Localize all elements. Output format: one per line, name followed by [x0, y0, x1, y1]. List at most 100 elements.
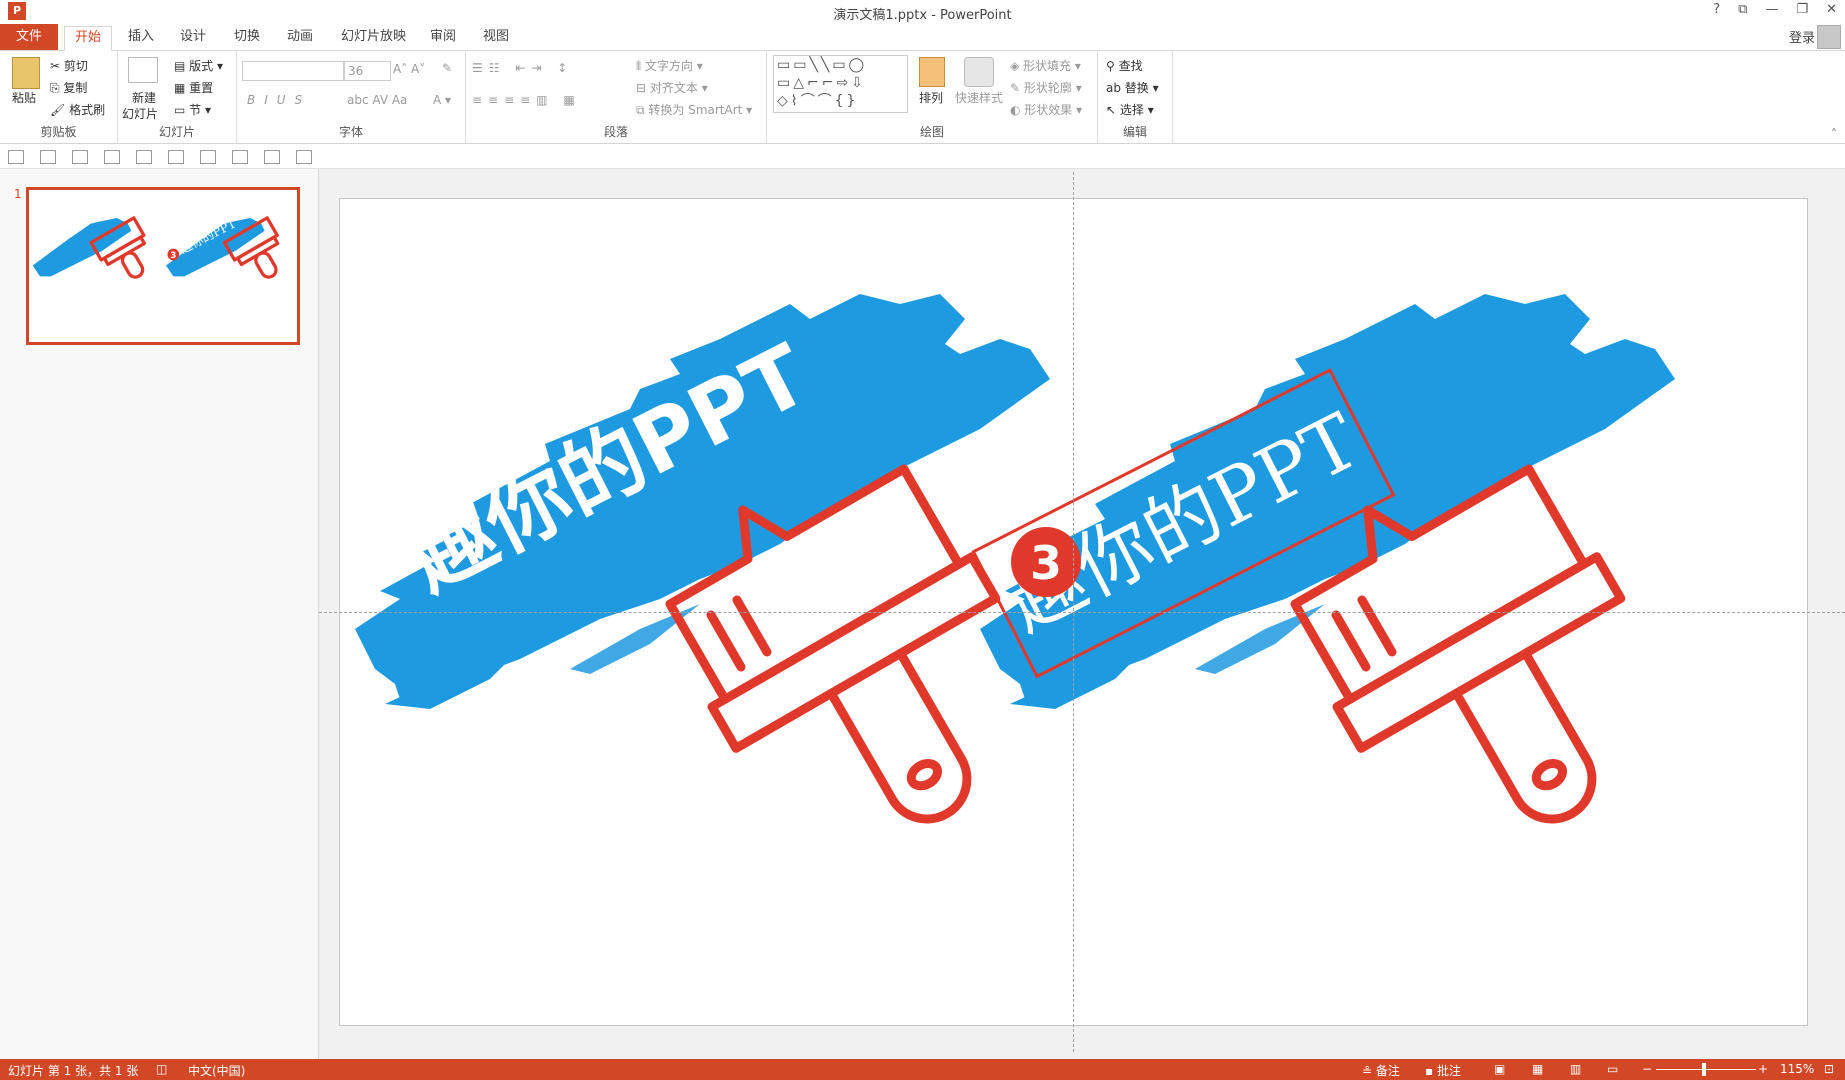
fit-slide-icon[interactable]: ⊡ — [1824, 1062, 1834, 1076]
paste-icon[interactable] — [12, 57, 40, 89]
section-button[interactable]: ▭ 节 ▾ — [174, 101, 211, 118]
font-grow-icon[interactable]: A˄ A˅ — [393, 62, 425, 76]
collapse-ribbon-icon[interactable]: ˄ — [1831, 127, 1837, 141]
minimize-button[interactable]: — — [1765, 2, 1778, 17]
paint-bucket-icon: ◈ — [1010, 59, 1024, 73]
quick-styles-button[interactable]: 快速样式 — [955, 89, 1003, 106]
clear-format-icon[interactable]: ✎ — [442, 61, 452, 75]
new-slide-label[interactable]: 幻灯片 — [122, 105, 158, 122]
slide-number: 1 — [14, 187, 22, 201]
find-button[interactable]: ⚲ 查找 — [1106, 57, 1143, 74]
reading-view-icon[interactable]: ▥ — [1570, 1062, 1581, 1076]
drawing-group-label: 绘图 — [919, 125, 944, 139]
reset-icon: ▦ — [174, 81, 190, 95]
quick-access-toolbar — [0, 144, 1845, 169]
tab-slideshow[interactable]: 幻灯片放映 — [331, 26, 416, 50]
effects-icon: ◐ — [1010, 103, 1025, 117]
tab-file[interactable]: 文件 — [0, 24, 58, 50]
slide-info: 幻灯片 第 1 张，共 1 张 — [8, 1064, 139, 1078]
thumbnail-right-number: 3 — [170, 251, 176, 261]
pen-icon[interactable] — [40, 150, 56, 164]
slides-group: 新建 幻灯片 ▤ 版式 ▾ ▦ 重置 ▭ 节 ▾ 幻灯片 — [118, 51, 237, 143]
zoom-slider-handle[interactable] — [1702, 1063, 1706, 1076]
window-title: 演示文稿1.pptx - PowerPoint — [833, 8, 1012, 23]
group-icon[interactable] — [168, 150, 184, 164]
slideshow-icon[interactable]: ▭ — [1607, 1062, 1618, 1076]
shape-effects-button[interactable]: ◐ 形状效果 ▾ — [1010, 101, 1082, 118]
format-painter-button[interactable]: 🖌 格式刷 — [50, 101, 105, 118]
tab-review[interactable]: 审阅 — [420, 26, 466, 50]
paste-special-icon[interactable] — [296, 150, 312, 164]
char-spacing-icon[interactable]: abc AV Aa — [347, 93, 407, 107]
font-color-icon[interactable]: A ▾ — [433, 93, 451, 107]
ungroup-icon[interactable] — [200, 150, 216, 164]
cut-button[interactable]: ✂ 剪切 — [50, 57, 88, 74]
comments-button[interactable]: ▪ 批注 — [1425, 1062, 1461, 1079]
slide-thumbnail[interactable]: 趣你的PPT 3 趣你的PPT — [26, 187, 300, 345]
clipboard-group-label: 剪贴板 — [40, 125, 77, 139]
new-slide-button[interactable]: 新建 — [132, 89, 156, 106]
copy-button[interactable]: ⎘ 复制 — [50, 79, 87, 96]
arrange-button[interactable]: 排列 — [919, 89, 943, 106]
select-button[interactable]: ↖ 选择 ▾ — [1106, 101, 1154, 118]
avatar[interactable] — [1817, 25, 1841, 49]
layout-button[interactable]: ▤ 版式 ▾ — [174, 57, 223, 74]
language-status[interactable]: 中文(中国) — [188, 1062, 245, 1079]
zoom-in-button[interactable]: + — [1758, 1062, 1768, 1076]
zoom-slider[interactable] — [1656, 1069, 1756, 1070]
number-badge-text: 3 — [1030, 536, 1062, 590]
ribbon-display-button[interactable]: ⧉ — [1738, 2, 1747, 17]
ribbon: 粘贴 ✂ 剪切 ⎘ 复制 🖌 格式刷 剪贴板 新建 幻灯片 ▤ 版式 ▾ ▦ 重… — [0, 51, 1845, 144]
brush-icon: 🖌 — [50, 103, 70, 117]
horizontal-guide[interactable] — [319, 612, 1845, 613]
textbox-icon[interactable] — [104, 150, 120, 164]
tab-design[interactable]: 设计 — [170, 26, 216, 50]
login-link[interactable]: 登录 — [1789, 27, 1815, 46]
zoom-level[interactable]: 115% — [1780, 1062, 1814, 1076]
replace-icon: ab — [1106, 81, 1125, 95]
pen-icon[interactable] — [8, 150, 24, 164]
slides-group-label: 幻灯片 — [158, 125, 195, 139]
zoom-out-button[interactable]: − — [1642, 1062, 1652, 1076]
tab-transitions[interactable]: 切换 — [224, 26, 270, 50]
delete-icon[interactable] — [136, 150, 152, 164]
shape-outline-button[interactable]: ✎ 形状轮廓 ▾ — [1010, 79, 1082, 96]
normal-view-icon[interactable]: ▣ — [1494, 1062, 1505, 1076]
font-size-input[interactable]: 36 — [344, 61, 391, 81]
align-text-icon: ⊟ — [636, 81, 650, 95]
shape-fill-button[interactable]: ◈ 形状填充 ▾ — [1010, 57, 1081, 74]
tab-view[interactable]: 视图 — [473, 26, 519, 50]
align-icon[interactable] — [232, 150, 248, 164]
comment-icon: ▪ — [1425, 1064, 1437, 1078]
right-brush-stroke[interactable] — [980, 294, 1675, 709]
tab-insert[interactable]: 插入 — [118, 26, 164, 50]
quick-styles-icon[interactable] — [964, 57, 994, 87]
notes-icon: ≗ — [1362, 1064, 1376, 1078]
slide-sorter-icon[interactable]: ▦ — [1532, 1062, 1543, 1076]
arrange-icon[interactable] — [919, 57, 945, 87]
text-direction-button[interactable]: ⫴ 文字方向 ▾ — [636, 57, 703, 74]
convert-smartart-button[interactable]: ⧉ 转换为 SmartArt ▾ — [636, 101, 752, 118]
reset-button[interactable]: ▦ 重置 — [174, 79, 213, 96]
tab-animations[interactable]: 动画 — [277, 26, 323, 50]
help-button[interactable]: ? — [1713, 2, 1720, 17]
restore-button[interactable]: ❐ — [1796, 2, 1808, 17]
pen-icon[interactable] — [72, 150, 88, 164]
shapes-gallery[interactable]: ▭▭╲╲▭◯ ▭△⌐⌐⇨⇩ ◇⌇⌒⌒{} — [773, 55, 908, 113]
font-style-buttons-icon[interactable]: BIUS — [247, 93, 311, 107]
close-button[interactable]: ✕ — [1826, 2, 1837, 17]
list-indent-icons[interactable]: ☰☷ ⇤⇥ ↕ — [472, 61, 573, 75]
spellcheck-icon[interactable]: ◫ — [156, 1062, 167, 1076]
tab-home[interactable]: 开始 — [64, 26, 113, 52]
font-name-input[interactable] — [242, 61, 344, 81]
paragraph-group-label: 段落 — [603, 125, 628, 139]
notes-button[interactable]: ≗ 备注 — [1362, 1062, 1400, 1079]
align-text-button[interactable]: ⊟ 对齐文本 ▾ — [636, 79, 708, 96]
cursor-icon: ↖ — [1106, 103, 1120, 117]
new-slide-icon[interactable] — [128, 57, 158, 83]
replace-button[interactable]: ab 替换 ▾ — [1106, 79, 1159, 96]
distribute-icon[interactable] — [264, 150, 280, 164]
paste-button[interactable]: 粘贴 — [12, 89, 36, 106]
alignment-icons[interactable]: ≡≡≡≡▥ ▦ — [472, 93, 581, 107]
thumbnail-graphic: 趣你的PPT 3 趣你的PPT — [32, 205, 280, 279]
